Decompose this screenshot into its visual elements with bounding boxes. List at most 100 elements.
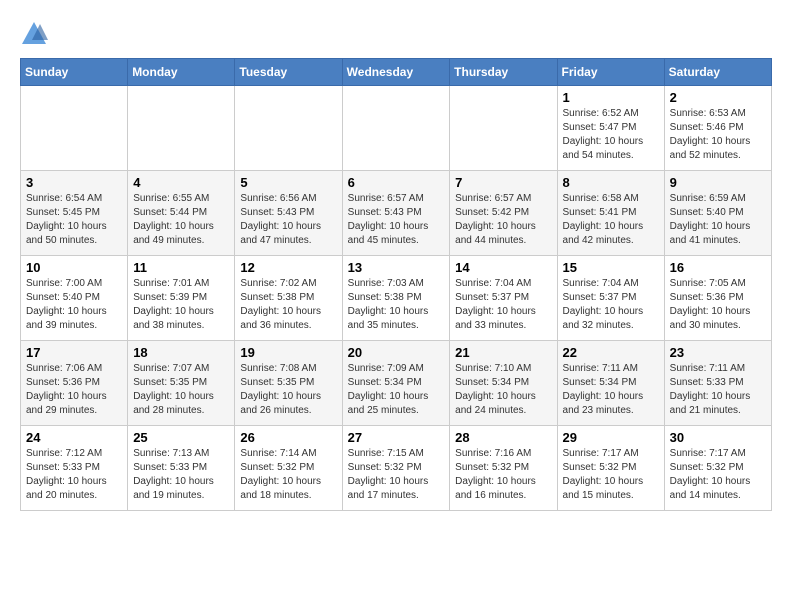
weekday-header-row: SundayMondayTuesdayWednesdayThursdayFrid…: [21, 59, 772, 86]
logo-icon: [20, 20, 48, 48]
day-number: 25: [133, 430, 229, 445]
day-number: 28: [455, 430, 551, 445]
calendar-cell: 13 Sunrise: 7:03 AM Sunset: 5:38 PM Dayli…: [342, 256, 450, 341]
day-number: 19: [240, 345, 336, 360]
day-number: 27: [348, 430, 445, 445]
day-info: Sunrise: 7:04 AM Sunset: 5:37 PM Dayligh…: [563, 277, 659, 333]
day-info: Sunrise: 6:57 AM Sunset: 5:42 PM Dayligh…: [455, 192, 551, 248]
day-info: Sunrise: 7:12 AM Sunset: 5:33 PM Dayligh…: [26, 447, 122, 503]
weekday-header-wednesday: Wednesday: [342, 59, 450, 86]
calendar-cell: 28 Sunrise: 7:16 AM Sunset: 5:32 PM Dayli…: [450, 426, 557, 511]
weekday-header-monday: Monday: [128, 59, 235, 86]
calendar-cell: [235, 86, 342, 171]
calendar-cell: 12Sunrise: 7:02 AM Sunset: 5:38 PM Dayli…: [235, 256, 342, 341]
day-number: 6: [348, 175, 445, 190]
calendar-table: SundayMondayTuesdayWednesdayThursdayFrid…: [20, 58, 772, 511]
day-number: 20: [348, 345, 445, 360]
day-info: Sunrise: 7:11 AM Sunset: 5:33 PM Dayligh…: [670, 362, 766, 418]
day-info: Sunrise: 7:06 AM Sunset: 5:36 PM Dayligh…: [26, 362, 122, 418]
calendar-cell: 27Sunrise: 7:15 AM Sunset: 5:32 PM Dayli…: [342, 426, 450, 511]
weekday-header-sunday: Sunday: [21, 59, 128, 86]
day-number: 5: [240, 175, 336, 190]
day-info: Sunrise: 7:10 AM Sunset: 5:34 PM Dayligh…: [455, 362, 551, 418]
day-number: 16: [670, 260, 766, 275]
day-number: 15: [563, 260, 659, 275]
day-number: 12: [240, 260, 336, 275]
day-number: 23: [670, 345, 766, 360]
calendar-cell: 26 Sunrise: 7:14 AM Sunset: 5:32 PM Dayli…: [235, 426, 342, 511]
calendar-cell: 14 Sunrise: 7:04 AM Sunset: 5:37 PM Dayli…: [450, 256, 557, 341]
calendar-cell: 21Sunrise: 7:10 AM Sunset: 5:34 PM Dayli…: [450, 341, 557, 426]
calendar-body: 1 Sunrise: 6:52 AM Sunset: 5:47 PM Daylig…: [21, 86, 772, 511]
day-info: Sunrise: 7:03 AM Sunset: 5:38 PM Dayligh…: [348, 277, 445, 333]
day-info: Sunrise: 7:17 AM Sunset: 5:32 PM Dayligh…: [563, 447, 659, 503]
calendar-cell: 16Sunrise: 7:05 AM Sunset: 5:36 PM Dayli…: [664, 256, 771, 341]
calendar-cell: 20 Sunrise: 7:09 AM Sunset: 5:34 PM Dayli…: [342, 341, 450, 426]
calendar-cell: 9 Sunrise: 6:59 AM Sunset: 5:40 PM Daylig…: [664, 171, 771, 256]
calendar-cell: 7 Sunrise: 6:57 AM Sunset: 5:42 PM Daylig…: [450, 171, 557, 256]
calendar-cell: 22Sunrise: 7:11 AM Sunset: 5:34 PM Dayli…: [557, 341, 664, 426]
day-number: 29: [563, 430, 659, 445]
page-container: SundayMondayTuesdayWednesdayThursdayFrid…: [20, 20, 772, 511]
week-row-4: 17Sunrise: 7:06 AM Sunset: 5:36 PM Dayli…: [21, 341, 772, 426]
day-info: Sunrise: 7:16 AM Sunset: 5:32 PM Dayligh…: [455, 447, 551, 503]
weekday-header-tuesday: Tuesday: [235, 59, 342, 86]
day-info: Sunrise: 7:01 AM Sunset: 5:39 PM Dayligh…: [133, 277, 229, 333]
header: [20, 20, 772, 48]
day-number: 30: [670, 430, 766, 445]
day-number: 14: [455, 260, 551, 275]
calendar-cell: 25 Sunrise: 7:13 AM Sunset: 5:33 PM Dayli…: [128, 426, 235, 511]
day-info: Sunrise: 7:00 AM Sunset: 5:40 PM Dayligh…: [26, 277, 122, 333]
week-row-1: 1 Sunrise: 6:52 AM Sunset: 5:47 PM Daylig…: [21, 86, 772, 171]
calendar-cell: [450, 86, 557, 171]
calendar-cell: 5 Sunrise: 6:56 AM Sunset: 5:43 PM Daylig…: [235, 171, 342, 256]
calendar-cell: 6Sunrise: 6:57 AM Sunset: 5:43 PM Daylig…: [342, 171, 450, 256]
day-number: 7: [455, 175, 551, 190]
day-info: Sunrise: 6:52 AM Sunset: 5:47 PM Dayligh…: [563, 107, 659, 163]
calendar-header: SundayMondayTuesdayWednesdayThursdayFrid…: [21, 59, 772, 86]
calendar-cell: 29 Sunrise: 7:17 AM Sunset: 5:32 PM Dayli…: [557, 426, 664, 511]
day-number: 1: [563, 90, 659, 105]
calendar-cell: 24 Sunrise: 7:12 AM Sunset: 5:33 PM Dayli…: [21, 426, 128, 511]
calendar-cell: 15 Sunrise: 7:04 AM Sunset: 5:37 PM Dayli…: [557, 256, 664, 341]
day-info: Sunrise: 7:09 AM Sunset: 5:34 PM Dayligh…: [348, 362, 445, 418]
day-number: 13: [348, 260, 445, 275]
day-number: 3: [26, 175, 122, 190]
calendar-cell: 10 Sunrise: 7:00 AM Sunset: 5:40 PM Dayli…: [21, 256, 128, 341]
weekday-header-saturday: Saturday: [664, 59, 771, 86]
day-info: Sunrise: 7:14 AM Sunset: 5:32 PM Dayligh…: [240, 447, 336, 503]
calendar-cell: 18Sunrise: 7:07 AM Sunset: 5:35 PM Dayli…: [128, 341, 235, 426]
day-number: 9: [670, 175, 766, 190]
week-row-3: 10 Sunrise: 7:00 AM Sunset: 5:40 PM Dayli…: [21, 256, 772, 341]
calendar-cell: 8Sunrise: 6:58 AM Sunset: 5:41 PM Daylig…: [557, 171, 664, 256]
calendar-cell: 30Sunrise: 7:17 AM Sunset: 5:32 PM Dayli…: [664, 426, 771, 511]
day-number: 11: [133, 260, 229, 275]
calendar-cell: 19Sunrise: 7:08 AM Sunset: 5:35 PM Dayli…: [235, 341, 342, 426]
day-info: Sunrise: 6:58 AM Sunset: 5:41 PM Dayligh…: [563, 192, 659, 248]
calendar-cell: 4Sunrise: 6:55 AM Sunset: 5:44 PM Daylig…: [128, 171, 235, 256]
calendar-cell: 17Sunrise: 7:06 AM Sunset: 5:36 PM Dayli…: [21, 341, 128, 426]
day-number: 2: [670, 90, 766, 105]
week-row-5: 24 Sunrise: 7:12 AM Sunset: 5:33 PM Dayli…: [21, 426, 772, 511]
day-info: Sunrise: 6:54 AM Sunset: 5:45 PM Dayligh…: [26, 192, 122, 248]
day-info: Sunrise: 7:13 AM Sunset: 5:33 PM Dayligh…: [133, 447, 229, 503]
day-info: Sunrise: 6:56 AM Sunset: 5:43 PM Dayligh…: [240, 192, 336, 248]
logo: [20, 20, 52, 48]
weekday-header-thursday: Thursday: [450, 59, 557, 86]
calendar-cell: 2 Sunrise: 6:53 AM Sunset: 5:46 PM Daylig…: [664, 86, 771, 171]
calendar-cell: 1 Sunrise: 6:52 AM Sunset: 5:47 PM Daylig…: [557, 86, 664, 171]
calendar-cell: [128, 86, 235, 171]
calendar-cell: [342, 86, 450, 171]
day-info: Sunrise: 7:07 AM Sunset: 5:35 PM Dayligh…: [133, 362, 229, 418]
day-info: Sunrise: 7:04 AM Sunset: 5:37 PM Dayligh…: [455, 277, 551, 333]
day-number: 10: [26, 260, 122, 275]
calendar-cell: [21, 86, 128, 171]
day-number: 24: [26, 430, 122, 445]
day-number: 26: [240, 430, 336, 445]
day-info: Sunrise: 6:59 AM Sunset: 5:40 PM Dayligh…: [670, 192, 766, 248]
calendar-cell: 11 Sunrise: 7:01 AM Sunset: 5:39 PM Dayli…: [128, 256, 235, 341]
calendar-cell: 23 Sunrise: 7:11 AM Sunset: 5:33 PM Dayli…: [664, 341, 771, 426]
day-info: Sunrise: 6:53 AM Sunset: 5:46 PM Dayligh…: [670, 107, 766, 163]
day-info: Sunrise: 7:11 AM Sunset: 5:34 PM Dayligh…: [563, 362, 659, 418]
week-row-2: 3 Sunrise: 6:54 AM Sunset: 5:45 PM Daylig…: [21, 171, 772, 256]
